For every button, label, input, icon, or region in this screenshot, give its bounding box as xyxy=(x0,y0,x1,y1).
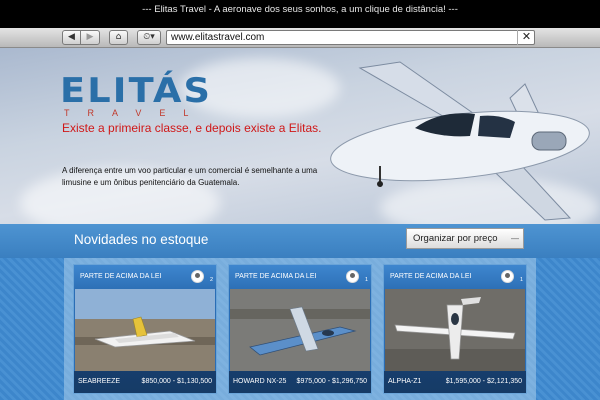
close-icon[interactable]: ✕ xyxy=(517,30,535,45)
card-seller: PARTE DE ACIMA DA LEI 1 xyxy=(384,265,526,289)
aircraft-image-alpha-z1 xyxy=(385,289,525,371)
seller-name: PARTE DE ACIMA DA LEI xyxy=(390,273,472,280)
card-seller: PARTE DE ACIMA DA LEI 2 xyxy=(74,265,216,289)
inventory-header: Novidades no estoque Organizar por preço… xyxy=(0,224,600,258)
aircraft-image-seabreeze xyxy=(75,289,215,371)
aircraft-card-seabreeze[interactable]: PARTE DE ACIMA DA LEI 2 SEABREEZE $850,0… xyxy=(73,264,217,394)
dropdown-arrow-icon: — xyxy=(511,234,519,243)
hero-banner: ELITÁS TRAVEL Existe a primeira classe, … xyxy=(0,48,600,224)
inventory-title: Novidades no estoque xyxy=(74,232,209,247)
window-title: --- Elitas Travel - A aeronave dos seus … xyxy=(0,0,600,28)
seller-avatar-icon xyxy=(346,270,359,283)
browser-window: --- Elitas Travel - A aeronave dos seus … xyxy=(0,0,600,400)
hero-description: A diferença entre um voo particular e um… xyxy=(62,166,318,187)
sort-label: Organizar por preço xyxy=(413,233,498,244)
sort-dropdown[interactable]: Organizar por preço — xyxy=(406,228,524,249)
aircraft-name: SEABREEZE xyxy=(78,378,121,385)
elitas-logo[interactable]: ELITÁS TRAVEL xyxy=(60,74,210,118)
hero-tagline: Existe a primeira classe, e depois exist… xyxy=(62,121,322,135)
aircraft-name: HOWARD NX-25 xyxy=(233,378,287,385)
home-icon[interactable]: ⌂ xyxy=(109,30,128,45)
price-range: $975,000 - $1,296,750 xyxy=(296,378,367,385)
jet-illustration xyxy=(330,61,590,221)
browser-toolbar: ◀ ▶ ⌂ ⏲▾ www.elitastravel.com ✕ xyxy=(0,28,600,48)
inventory-section: Novidades no estoque Organizar por preço… xyxy=(0,224,600,400)
price-range: $850,000 - $1,130,500 xyxy=(141,378,212,385)
seller-avatar-icon xyxy=(191,270,204,283)
aircraft-image-howard-nx25 xyxy=(230,289,370,371)
history-icon[interactable]: ⏲▾ xyxy=(137,30,161,45)
aircraft-card-howard-nx25[interactable]: PARTE DE ACIMA DA LEI 1 HOWARD NX-25 $97… xyxy=(228,264,372,394)
price-range: $1,595,000 - $2,121,350 xyxy=(445,378,522,385)
card-footer: HOWARD NX-25 $975,000 - $1,296,750 xyxy=(229,371,371,393)
card-seller: PARTE DE ACIMA DA LEI 1 xyxy=(229,265,371,289)
card-footer: SEABREEZE $850,000 - $1,130,500 xyxy=(74,371,216,393)
back-button[interactable]: ◀ xyxy=(62,30,81,45)
seller-name: PARTE DE ACIMA DA LEI xyxy=(80,273,162,280)
seller-avatar-icon xyxy=(501,270,514,283)
seller-name: PARTE DE ACIMA DA LEI xyxy=(235,273,317,280)
forward-button[interactable]: ▶ xyxy=(80,30,100,45)
logo-wordmark: ELITÁS xyxy=(60,71,213,111)
aircraft-card-alpha-z1[interactable]: PARTE DE ACIMA DA LEI 1 ALPHA-Z1 $1,595,… xyxy=(383,264,527,394)
address-bar[interactable]: www.elitastravel.com xyxy=(166,30,535,45)
card-footer: ALPHA-Z1 $1,595,000 - $2,121,350 xyxy=(384,371,526,393)
aircraft-name: ALPHA-Z1 xyxy=(388,378,422,385)
